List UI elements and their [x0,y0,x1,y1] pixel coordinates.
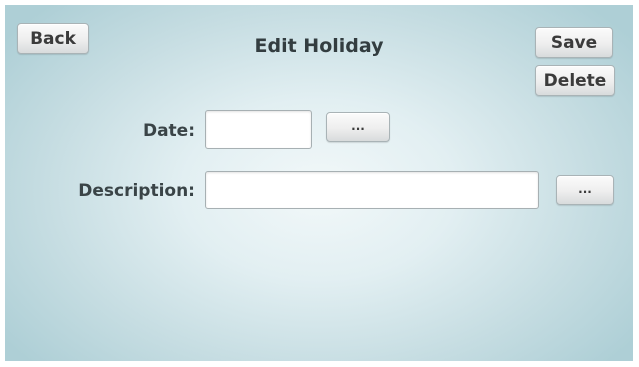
edit-holiday-screen: Back Edit Holiday Save Delete Date: ... … [5,5,633,361]
date-label: Date: [142,121,195,141]
description-label: Description: [78,181,195,201]
description-field[interactable] [205,171,539,209]
save-button[interactable]: Save [535,27,613,58]
description-picker-button[interactable]: ... [556,175,614,205]
date-picker-button[interactable]: ... [326,112,390,142]
date-field[interactable] [205,110,312,149]
delete-button[interactable]: Delete [535,65,615,96]
